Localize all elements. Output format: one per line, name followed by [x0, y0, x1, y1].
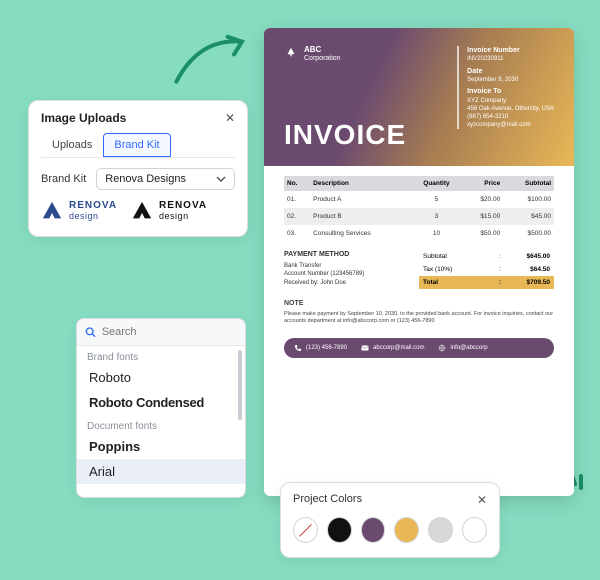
close-icon[interactable]: ✕: [477, 493, 487, 507]
table-row: 03.Consulting Services 10$50.00$500.00: [284, 225, 554, 242]
phone-icon: [294, 344, 302, 352]
arrow-icon: [170, 30, 250, 90]
brand-kit-select-value: Renova Designs: [105, 173, 186, 185]
invoice-totals: Subtotal:$645.00 Tax (10%):$64.50 Total:…: [419, 250, 554, 289]
invoice-document[interactable]: ABCCorporation Invoice NumberINV20230911…: [264, 28, 574, 496]
table-header-row: No.Description QuantityPriceSubtotal: [284, 176, 554, 191]
logo-renova-blue[interactable]: RENOVAdesign: [41, 200, 117, 222]
payment-method: PAYMENT METHOD Bank Transfer Account Num…: [284, 250, 409, 289]
font-group-document: Document fonts: [77, 415, 245, 434]
font-item-roboto[interactable]: Roboto: [77, 365, 245, 390]
scrollbar[interactable]: [238, 350, 242, 420]
mail-icon: [361, 344, 369, 352]
renova-mark-icon: [131, 200, 153, 222]
font-search-input[interactable]: [102, 326, 237, 338]
logo-renova-black[interactable]: RENOVAdesign: [131, 200, 207, 222]
invoice-title: INVOICE: [284, 119, 406, 151]
swatch-plum[interactable]: [361, 517, 386, 543]
font-picker-panel: Brand fonts Roboto Roboto Condensed Docu…: [76, 318, 246, 498]
brand-mark-icon: [284, 46, 298, 60]
invoice-header: ABCCorporation Invoice NumberINV20230911…: [264, 28, 574, 166]
font-group-brand: Brand fonts: [77, 346, 245, 365]
image-uploads-panel: Image Uploads ✕ Uploads Brand Kit Brand …: [28, 100, 248, 237]
project-colors-title: Project Colors: [293, 493, 362, 507]
tab-uploads[interactable]: Uploads: [41, 133, 103, 157]
table-row: 02.Product B 3$15.00$45.00: [284, 208, 554, 225]
renova-mark-icon: [41, 200, 63, 222]
brand-kit-label: Brand Kit: [41, 173, 86, 185]
logo-text-bottom: design: [69, 211, 99, 221]
brand-logos: RENOVAdesign RENOVAdesign: [41, 200, 235, 222]
globe-icon: [438, 344, 446, 352]
swatch-none[interactable]: [293, 517, 318, 543]
uploads-tabs: Uploads Brand Kit: [41, 133, 235, 158]
search-icon: [85, 326, 96, 338]
font-item-roboto-condensed[interactable]: Roboto Condensed: [77, 390, 245, 415]
logo-text-bottom: design: [159, 211, 189, 221]
swatch-grey[interactable]: [428, 517, 453, 543]
font-search[interactable]: [77, 319, 245, 346]
brand-name: ABC: [304, 46, 341, 55]
chevron-down-icon: [216, 174, 226, 184]
image-uploads-title: Image Uploads: [41, 111, 126, 125]
swatch-gold[interactable]: [394, 517, 419, 543]
table-row: 01.Product A 5$20.00$100.00: [284, 191, 554, 208]
brand-kit-select[interactable]: Renova Designs: [96, 168, 235, 190]
invoice-brand: ABCCorporation: [284, 46, 341, 62]
swatch-black[interactable]: [327, 517, 352, 543]
invoice-items-table: No.Description QuantityPriceSubtotal 01.…: [284, 176, 554, 242]
invoice-meta: Invoice NumberINV20230911 DateSeptember …: [457, 46, 554, 129]
project-colors-panel: Project Colors ✕: [280, 482, 500, 558]
tab-brand-kit[interactable]: Brand Kit: [103, 133, 170, 157]
invoice-note: NOTE Please make payment by September 10…: [284, 299, 554, 326]
brand-sub: Corporation: [304, 55, 341, 62]
font-item-poppins[interactable]: Poppins: [77, 434, 245, 459]
close-icon[interactable]: ✕: [225, 111, 235, 125]
color-swatches: [293, 517, 487, 543]
invoice-contact-bar: (123) 456-7890 abccorp@mail.com info@abc…: [284, 338, 554, 358]
font-item-arial[interactable]: Arial: [77, 459, 245, 484]
swatch-white[interactable]: [462, 517, 487, 543]
